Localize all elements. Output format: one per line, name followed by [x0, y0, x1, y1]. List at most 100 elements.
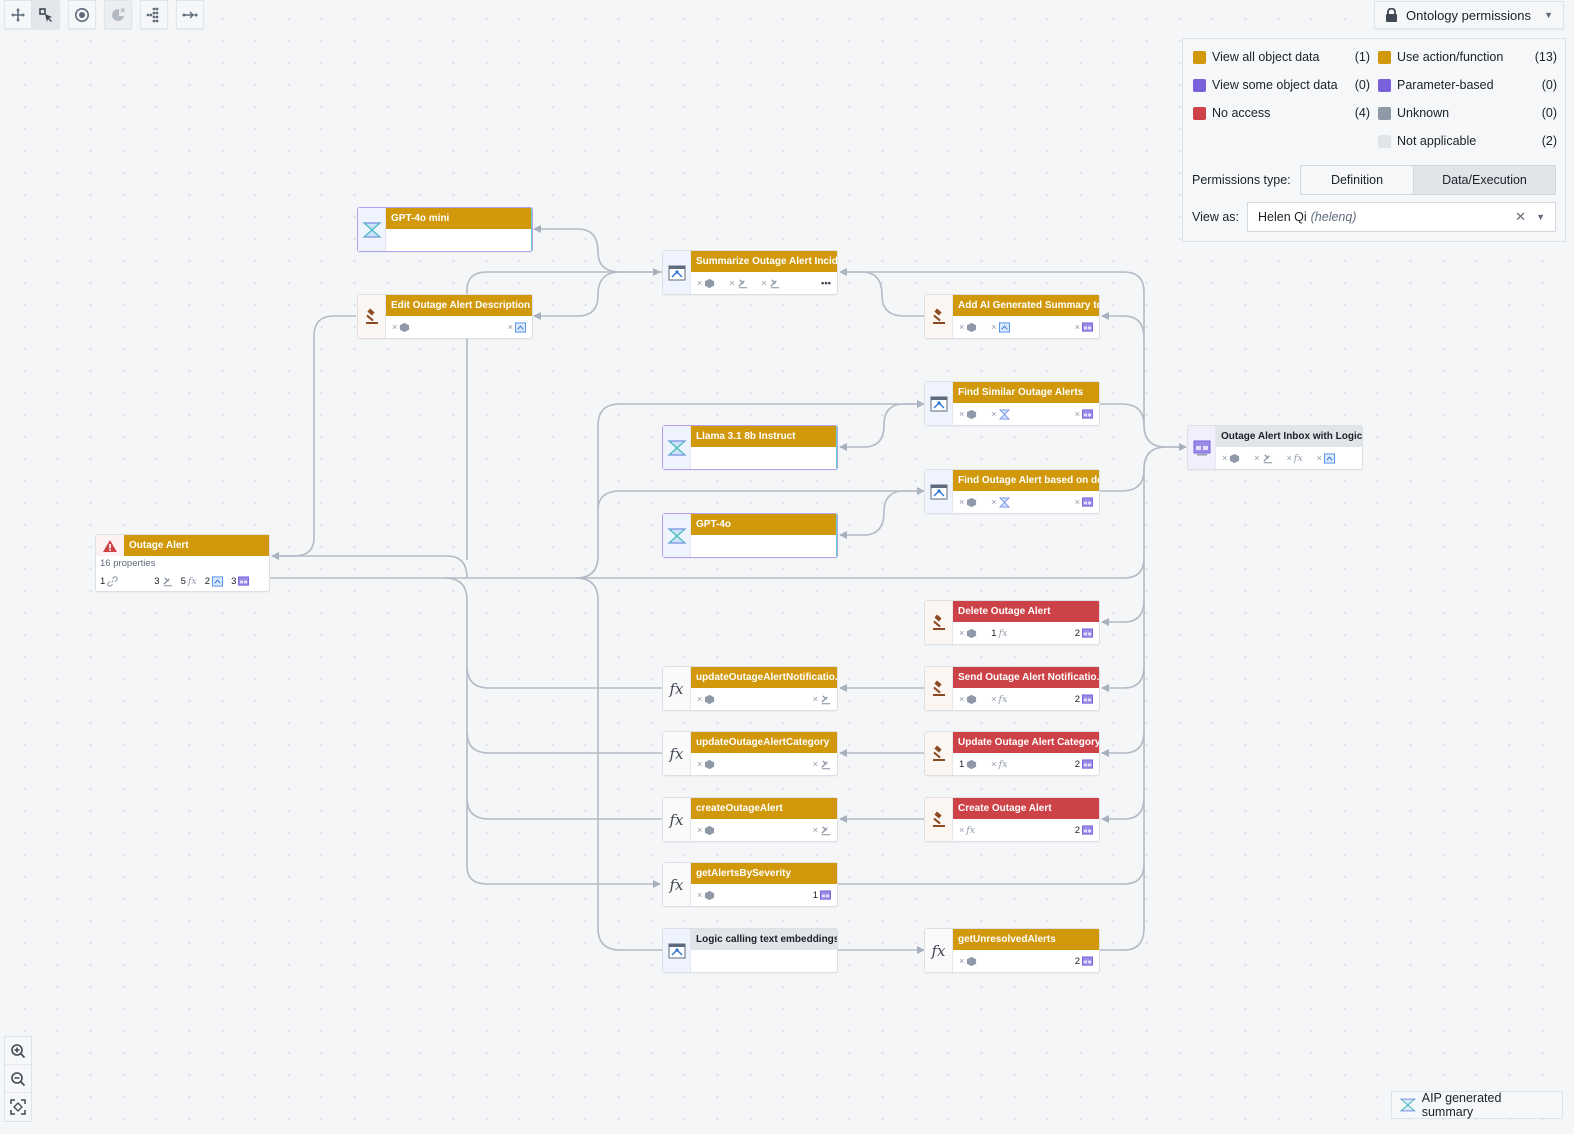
- node-create-outage-alert-fn[interactable]: fx createOutageAlert × ×: [662, 797, 838, 842]
- app-icon: [1082, 758, 1093, 769]
- node-icon-col: [925, 667, 953, 710]
- node-get-unresolved-alerts[interactable]: fx getUnresolvedAlerts × 2: [924, 928, 1100, 973]
- node-update-outage-alert-notification-fn[interactable]: fx updateOutageAlertNotificatio... × ×: [662, 666, 838, 711]
- layout-icon: [146, 7, 159, 22]
- function-chip: 5 fx: [180, 576, 197, 587]
- action-chip: ×: [813, 825, 831, 836]
- object-chip: 1: [959, 759, 977, 770]
- node-icon-col: fx: [663, 863, 691, 906]
- view-as-label: View as:: [1192, 210, 1240, 224]
- gavel-icon: [932, 745, 945, 761]
- edge-inbox-lower-trunk: [1100, 446, 1167, 951]
- logic-chip: 2: [205, 576, 224, 587]
- node-outage-alert-inbox-with-logic[interactable]: Outage Alert Inbox with Logic × × × fx ×: [1187, 425, 1363, 470]
- object-chip: ×: [959, 694, 977, 705]
- function-icon: fx: [1293, 452, 1303, 464]
- object-chip: ×: [959, 956, 977, 967]
- function-icon: fx: [998, 693, 1008, 705]
- legend-label: Parameter-based: [1397, 78, 1494, 92]
- node-title: updateOutageAlertCategory: [691, 732, 837, 753]
- edge-inbox-to-delete: [1101, 599, 1145, 626]
- function-icon: fx: [998, 627, 1008, 639]
- node-update-outage-alert-category[interactable]: Update Outage Alert Category 1 × fx 2: [924, 731, 1100, 776]
- zoom-out-button[interactable]: [5, 1065, 31, 1093]
- logic-icon: [930, 396, 947, 411]
- node-find-similar-outage-alerts[interactable]: Find Similar Outage Alerts × × ×: [924, 381, 1100, 426]
- node-get-alerts-by-severity[interactable]: fx getAlertsBySeverity × 1: [662, 862, 838, 907]
- logic-icon: [930, 484, 947, 499]
- node-add-ai-generated-summary[interactable]: Add AI Generated Summary to... × × ×: [924, 294, 1100, 339]
- focus-button[interactable]: [68, 0, 96, 29]
- node-icon-col: fx: [663, 667, 691, 710]
- select-icon: [39, 7, 52, 22]
- layout-button[interactable]: [140, 0, 168, 29]
- select-mode-button[interactable]: [32, 0, 60, 29]
- view-as-user-select[interactable]: Helen Qi (helenq) ✕ ▼: [1247, 202, 1556, 232]
- more-options-button[interactable]: •••: [821, 278, 831, 289]
- clear-icon[interactable]: ✕: [1515, 209, 1526, 225]
- fit-view-icon: [10, 1099, 26, 1115]
- logic-icon: [668, 265, 685, 280]
- model-chip: ×: [991, 408, 1010, 420]
- hide-nodes-button[interactable]: [104, 0, 132, 29]
- node-find-outage-alert-based-on-description[interactable]: Find Outage Alert based on de... × × ×: [924, 469, 1100, 514]
- object-icon: [967, 628, 977, 638]
- model-icon: [998, 496, 1010, 508]
- app-icon: [820, 889, 831, 900]
- view-as-user-handle: (helenq): [1310, 210, 1357, 224]
- node-title: Update Outage Alert Category: [953, 732, 1099, 753]
- object-chip: ×: [959, 322, 977, 333]
- ontology-permissions-dropdown[interactable]: Ontology permissions ▼: [1374, 1, 1564, 29]
- aip-generated-summary-button[interactable]: AIP generated summary: [1391, 1091, 1563, 1119]
- object-chip: ×: [392, 322, 410, 333]
- node-create-outage-alert[interactable]: Create Outage Alert × fx 2: [924, 797, 1100, 842]
- canvas-toolbar: [4, 0, 204, 29]
- permissions-type-data-execution[interactable]: Data/Execution: [1413, 166, 1555, 194]
- node-gpt-4o-mini[interactable]: GPT-4o mini: [357, 207, 533, 252]
- fit-view-button[interactable]: [5, 1093, 31, 1121]
- function-chip: 1 fx: [991, 627, 1008, 639]
- legend-swatch: [1378, 106, 1391, 120]
- expand-button[interactable]: [176, 0, 204, 29]
- expand-icon: [182, 11, 198, 18]
- node-send-outage-alert-notification[interactable]: Send Outage Alert Notificatio... × × fx 2: [924, 666, 1100, 711]
- chevron-down-icon[interactable]: ▼: [1536, 212, 1545, 222]
- node-edit-outage-alert-description[interactable]: Edit Outage Alert Description ... × ×: [357, 294, 533, 339]
- pan-mode-button[interactable]: [4, 0, 32, 29]
- object-chip: ×: [959, 409, 977, 420]
- node-icon-col: [663, 251, 691, 294]
- node-logic-calling-text-embeddings[interactable]: Logic calling text embeddings: [662, 928, 838, 973]
- object-icon: [967, 759, 977, 769]
- node-icon-col: [925, 798, 953, 841]
- node-gpt-4o[interactable]: GPT-4o: [662, 513, 838, 558]
- node-icon-col: fx: [663, 732, 691, 775]
- node-outage-alert-object[interactable]: Outage Alert 16 properties 1 3 5 fx 2 3: [95, 534, 270, 592]
- function-icon: fx: [669, 875, 684, 894]
- node-icon-col: [1188, 426, 1216, 469]
- gavel-icon: [932, 614, 945, 630]
- node-title: Outage Alert Inbox with Logic: [1216, 426, 1362, 447]
- zoom-in-button[interactable]: [5, 1037, 31, 1065]
- object-icon: [967, 409, 977, 419]
- node-delete-outage-alert[interactable]: Delete Outage Alert × 1 fx 2: [924, 600, 1100, 645]
- function-chip: × fx: [959, 824, 976, 836]
- edge-find-based-gpt4o: [839, 490, 924, 539]
- edge-find-similar-llama: [839, 403, 924, 451]
- function-icon: fx: [669, 810, 684, 829]
- app-chip: 3: [231, 576, 250, 587]
- node-update-outage-alert-category-fn[interactable]: fx updateOutageAlertCategory × ×: [662, 731, 838, 776]
- permissions-legend-panel: View all object data (1) Use action/func…: [1182, 38, 1566, 242]
- link-chip: 1: [100, 576, 118, 587]
- function-chip: × fx: [1286, 452, 1303, 464]
- node-summarize-outage-alert-incident[interactable]: Summarize Outage Alert Incid... × × × ••…: [662, 250, 838, 295]
- node-title: Outage Alert: [124, 535, 269, 556]
- permissions-type-definition[interactable]: Definition: [1301, 166, 1413, 194]
- node-llama-3-1-8b-instruct[interactable]: Llama 3.1 8b Instruct: [662, 425, 838, 470]
- edge-find-based-inbox: [1100, 443, 1187, 492]
- object-icon: [967, 322, 977, 332]
- edge-to-create-fn: [466, 797, 662, 820]
- legend-label: View some object data: [1212, 78, 1338, 92]
- app-icon: [1082, 408, 1093, 419]
- function-icon: fx: [931, 941, 946, 960]
- app-icon: [1082, 955, 1093, 966]
